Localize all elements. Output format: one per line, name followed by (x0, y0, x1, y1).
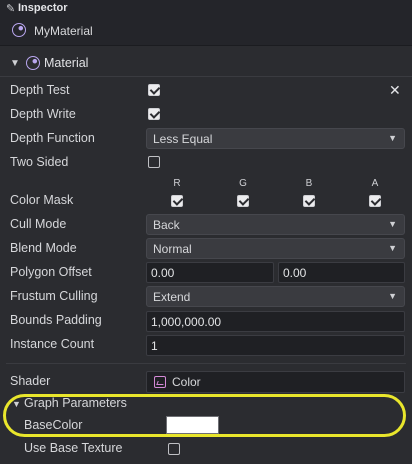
color-mask-r-checkbox[interactable] (171, 195, 183, 207)
cull-mode-label: Cull Mode (10, 217, 67, 231)
frustum-culling-select[interactable]: Extend ▼ (146, 286, 405, 307)
blend-mode-label: Blend Mode (10, 241, 77, 255)
chevron-down-icon[interactable]: ▼ (10, 58, 20, 69)
instance-count-label: Instance Count (10, 337, 95, 351)
depth-function-label: Depth Function (10, 131, 95, 145)
use-base-texture-label: Use Base Texture (24, 441, 123, 455)
panel-title: Inspector (18, 2, 68, 14)
depth-write-checkbox[interactable] (148, 108, 160, 120)
polygon-offset-factor-input[interactable]: 0.00 (146, 262, 274, 283)
chevron-down-icon: ▼ (388, 219, 397, 229)
cull-mode-select[interactable]: Back ▼ (146, 214, 405, 235)
cull-mode-value: Back (153, 218, 180, 232)
polygon-offset-units-input[interactable]: 0.00 (278, 262, 405, 283)
shader-graph-icon (154, 376, 166, 388)
instance-count-input[interactable]: 1 (146, 335, 405, 356)
two-sided-checkbox[interactable] (148, 156, 160, 168)
material-asset-icon (12, 23, 26, 37)
blend-mode-select[interactable]: Normal ▼ (146, 238, 405, 259)
depth-function-select[interactable]: Less Equal ▼ (146, 128, 405, 149)
color-mask-a-checkbox[interactable] (369, 195, 381, 207)
close-icon[interactable]: ✕ (389, 82, 401, 99)
shader-picker[interactable]: Color (146, 371, 405, 393)
depth-function-value: Less Equal (153, 132, 213, 146)
depth-test-label: Depth Test (10, 83, 70, 97)
frustum-culling-label: Frustum Culling (10, 289, 98, 303)
section-divider (0, 76, 412, 77)
two-sided-label: Two Sided (10, 155, 69, 169)
divider (6, 363, 406, 364)
depth-write-label: Depth Write (10, 107, 76, 121)
material-icon (26, 56, 40, 70)
bounds-padding-label: Bounds Padding (10, 313, 102, 327)
use-base-texture-checkbox[interactable] (168, 443, 180, 455)
color-mask-a-label: A (371, 178, 379, 189)
depth-test-checkbox[interactable] (148, 84, 160, 96)
asset-name: MyMaterial (34, 24, 93, 38)
shader-label: Shader (10, 374, 51, 388)
bounds-padding-input[interactable]: 1,000,000.00 (146, 311, 405, 332)
highlight-annotation (3, 394, 406, 437)
color-mask-label: Color Mask (10, 193, 74, 207)
color-mask-g-checkbox[interactable] (237, 195, 249, 207)
polygon-offset-label: Polygon Offset (10, 265, 92, 279)
chevron-down-icon: ▼ (388, 133, 397, 143)
blend-mode-value: Normal (153, 242, 192, 256)
pin-icon[interactable]: ✎ (6, 2, 15, 15)
color-mask-r-label: R (173, 178, 181, 189)
section-title: Material (44, 56, 89, 70)
chevron-down-icon: ▼ (388, 243, 397, 253)
color-mask-g-label: G (239, 178, 247, 189)
frustum-culling-value: Extend (153, 290, 191, 304)
chevron-down-icon: ▼ (388, 291, 397, 301)
shader-name: Color (172, 375, 201, 389)
color-mask-b-label: B (305, 178, 313, 189)
color-mask-b-checkbox[interactable] (303, 195, 315, 207)
